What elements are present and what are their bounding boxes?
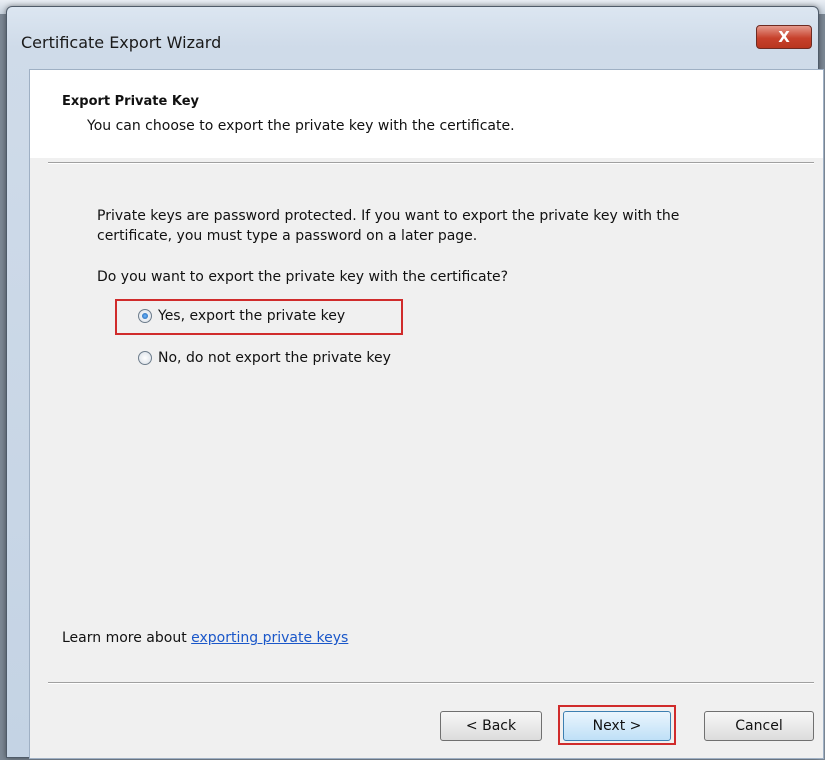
radio-no-export[interactable]: No, do not export the private key <box>138 350 391 366</box>
learn-more-text: Learn more about exporting private keys <box>62 630 348 646</box>
footer-divider <box>48 682 814 684</box>
certificate-export-wizard-window: Certificate Export Wizard X Export Priva… <box>6 6 824 759</box>
wizard-client-area: Export Private Key You can choose to exp… <box>29 69 824 759</box>
password-info-text: Private keys are password protected. If … <box>97 206 797 246</box>
close-button[interactable]: X <box>756 25 812 49</box>
next-button[interactable]: Next > <box>563 711 671 741</box>
window-title: Certificate Export Wizard <box>21 33 222 52</box>
back-button[interactable]: < Back <box>440 711 542 741</box>
header-divider <box>48 162 814 164</box>
export-question: Do you want to export the private key wi… <box>97 269 509 285</box>
radio-no-label: No, do not export the private key <box>158 350 391 366</box>
close-icon: X <box>778 28 790 46</box>
radio-selected-icon[interactable] <box>138 309 152 323</box>
radio-unselected-icon[interactable] <box>138 351 152 365</box>
radio-yes-label: Yes, export the private key <box>158 308 346 324</box>
password-info-line-1: Private keys are password protected. If … <box>97 208 680 224</box>
password-info-line-2: certificate, you must type a password on… <box>97 228 478 244</box>
wizard-header: Export Private Key You can choose to exp… <box>30 70 823 158</box>
radio-yes-export[interactable]: Yes, export the private key <box>138 308 345 324</box>
page-title: Export Private Key <box>62 94 199 109</box>
learn-more-prefix: Learn more about <box>62 630 192 646</box>
cancel-button[interactable]: Cancel <box>704 711 814 741</box>
exporting-private-keys-link[interactable]: exporting private keys <box>191 630 348 646</box>
page-subtitle: You can choose to export the private key… <box>87 118 515 134</box>
